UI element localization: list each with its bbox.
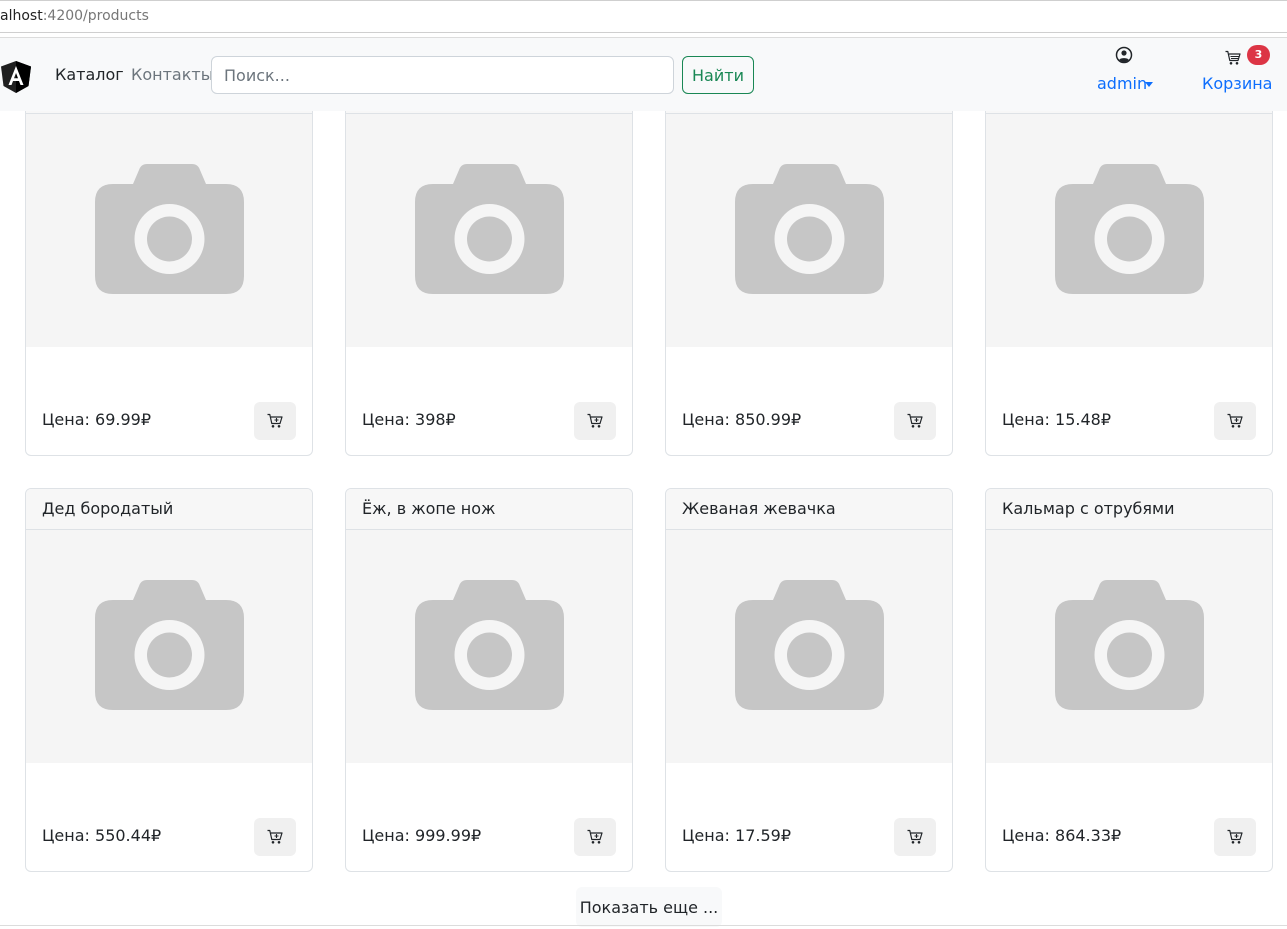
cart-plus-icon <box>1227 413 1243 428</box>
add-to-cart-button[interactable] <box>574 402 616 440</box>
add-to-cart-button[interactable] <box>1214 402 1256 440</box>
angular-logo-icon[interactable] <box>0 60 32 94</box>
product-card-footer: Цена: 398₽ <box>346 347 632 455</box>
product-image-placeholder <box>26 530 312 763</box>
product-card-footer: Цена: 17.59₽ <box>666 763 952 871</box>
cart-plus-icon <box>267 413 283 428</box>
product-price: Цена: 17.59₽ <box>682 826 791 845</box>
camera-icon <box>735 164 884 294</box>
browser-url-bar[interactable]: alhost:4200/products <box>0 0 1287 33</box>
page: Каталог Контакты Найти admin <box>0 37 1287 929</box>
product-image-placeholder <box>26 114 312 347</box>
cart-plus-icon <box>907 829 923 844</box>
nav-contacts-link[interactable]: Контакты <box>131 65 213 85</box>
product-card: Ёж, в жопе нож Цена: 999.99₽ <box>345 488 633 872</box>
product-card: Кальмар с отрубями Цена: 864.33₽ <box>985 488 1273 872</box>
show-more-button[interactable]: Показать еще ... <box>576 887 722 927</box>
product-price: Цена: 999.99₽ <box>362 826 482 845</box>
camera-icon <box>415 164 564 294</box>
cart-plus-icon <box>587 413 603 428</box>
product-title: Жеваная жевачка <box>666 489 952 530</box>
cart-link[interactable]: 3 Корзина <box>1198 42 1278 106</box>
product-price: Цена: 15.48₽ <box>1002 410 1111 429</box>
product-price: Цена: 864.33₽ <box>1002 826 1122 845</box>
product-price: Цена: 850.99₽ <box>682 410 802 429</box>
camera-icon <box>1055 580 1204 710</box>
product-card: Дед бородатый Цена: 550.44₽ <box>25 488 313 872</box>
product-card-footer: Цена: 69.99₽ <box>26 347 312 455</box>
cart-label: Корзина <box>1202 74 1273 93</box>
product-card-footer: Цена: 850.99₽ <box>666 347 952 455</box>
camera-icon <box>95 580 244 710</box>
product-card-footer: Цена: 550.44₽ <box>26 763 312 871</box>
product-card: Цена: 15.48₽ <box>985 72 1273 456</box>
camera-icon <box>1055 164 1204 294</box>
cart-count-badge: 3 <box>1247 45 1270 65</box>
chevron-down-icon <box>1145 82 1153 87</box>
cart-plus-icon <box>587 829 603 844</box>
navbar: Каталог Контакты Найти admin <box>0 38 1287 111</box>
add-to-cart-button[interactable] <box>574 818 616 856</box>
product-card: Жеваная жевачка Цена: 17.59₽ <box>665 488 953 872</box>
divider <box>0 925 1287 926</box>
product-image-placeholder <box>666 114 952 347</box>
search-input[interactable] <box>211 56 674 94</box>
cart-icon <box>1225 50 1241 66</box>
add-to-cart-button[interactable] <box>894 402 936 440</box>
product-price: Цена: 69.99₽ <box>42 410 151 429</box>
product-title: Ёж, в жопе нож <box>346 489 632 530</box>
add-to-cart-button[interactable] <box>1214 818 1256 856</box>
url-path: :4200/products <box>42 8 149 24</box>
product-image-placeholder <box>986 114 1272 347</box>
product-card: Цена: 398₽ <box>345 72 633 456</box>
add-to-cart-button[interactable] <box>254 818 296 856</box>
product-title: Кальмар с отрубями <box>986 489 1272 530</box>
search-button[interactable]: Найти <box>682 56 754 94</box>
camera-icon <box>95 164 244 294</box>
user-menu-dropdown[interactable]: admin <box>1093 46 1157 106</box>
product-price: Цена: 550.44₽ <box>42 826 162 845</box>
cart-plus-icon <box>907 413 923 428</box>
product-price: Цена: 398₽ <box>362 410 456 429</box>
product-card-footer: Цена: 999.99₽ <box>346 763 632 871</box>
product-image-placeholder <box>666 530 952 763</box>
camera-icon <box>415 580 564 710</box>
camera-icon <box>735 580 884 710</box>
product-card: Цена: 850.99₽ <box>665 72 953 456</box>
product-image-placeholder <box>346 114 632 347</box>
cart-plus-icon <box>1227 829 1243 844</box>
product-card-footer: Цена: 864.33₽ <box>986 763 1272 871</box>
add-to-cart-button[interactable] <box>894 818 936 856</box>
add-to-cart-button[interactable] <box>254 402 296 440</box>
product-card: Цена: 69.99₽ <box>25 72 313 456</box>
user-name: admin <box>1097 74 1148 93</box>
product-image-placeholder <box>346 530 632 763</box>
product-image-placeholder <box>986 530 1272 763</box>
nav-catalog-link[interactable]: Каталог <box>55 65 124 85</box>
product-card-footer: Цена: 15.48₽ <box>986 347 1272 455</box>
url-host: alhost <box>0 8 43 24</box>
product-title: Дед бородатый <box>26 489 312 530</box>
person-circle-icon <box>1115 46 1133 64</box>
cart-plus-icon <box>267 829 283 844</box>
